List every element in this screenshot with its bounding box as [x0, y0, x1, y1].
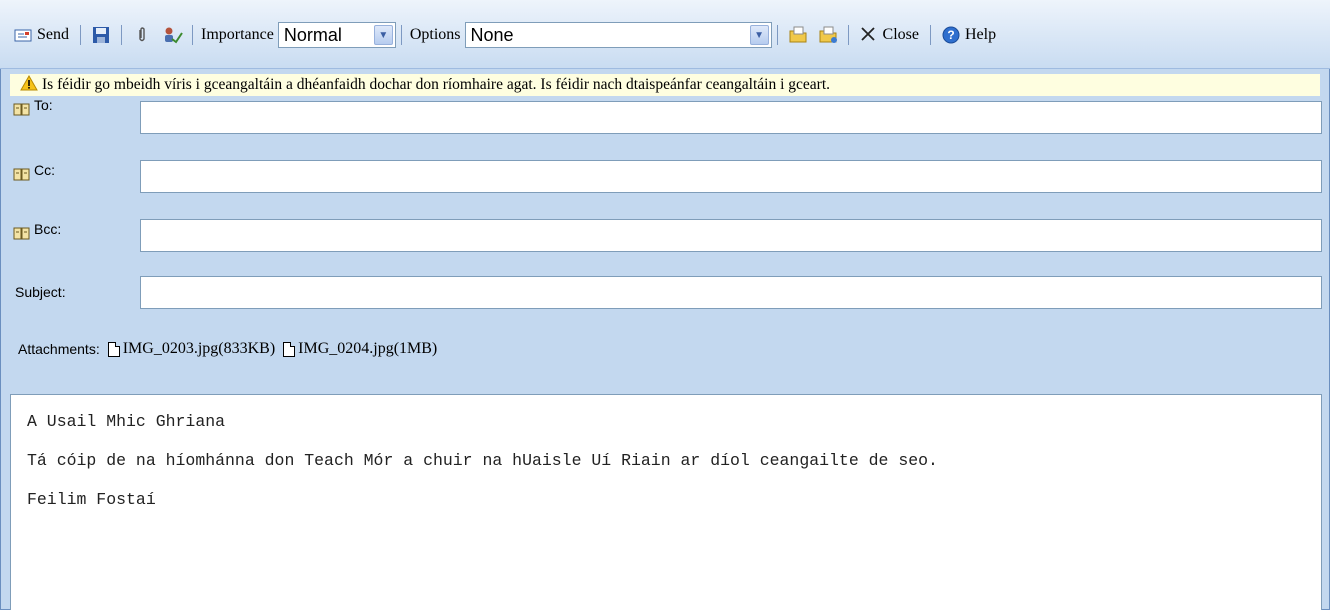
options-select[interactable]: None ▼: [464, 22, 772, 48]
options-value: None: [470, 24, 514, 45]
toolbar-separator: [847, 25, 849, 45]
toolbar-separator: [776, 25, 778, 45]
toolbar-separator: [121, 25, 122, 45]
toolbar-separator: [400, 25, 402, 45]
bcc-label: Bcc:: [34, 221, 62, 237]
to-button[interactable]: To:: [13, 97, 53, 117]
attachment-warning-bar: Is féidir go mbeidh víris i gceangaltáin…: [10, 74, 1320, 96]
attachments-row: Attachments: IMG_0203.jpg(833KB) IMG_020…: [18, 340, 437, 358]
folder-open-icon: [789, 26, 807, 44]
help-icon: ?: [942, 26, 960, 44]
save-disk-icon: [92, 26, 110, 44]
attachment-name: IMG_0204.jpg(1MB): [298, 340, 438, 357]
importance-high-button[interactable]: [783, 22, 813, 48]
warning-text: Is féidir go mbeidh víris i gceangaltáin…: [42, 76, 831, 93]
warning-icon: [20, 74, 38, 96]
paperclip-icon: [133, 26, 151, 44]
importance-value: Normal: [283, 24, 342, 45]
save-button[interactable]: [86, 22, 116, 48]
send-envelope-icon: [14, 26, 32, 44]
importance-label: Importance: [201, 26, 274, 43]
chevron-down-icon[interactable]: ▼: [749, 25, 769, 45]
send-button[interactable]: Send: [8, 22, 75, 48]
subject-label-wrap: Subject:: [15, 284, 66, 300]
options-label: Options: [409, 26, 461, 43]
message-body-editor[interactable]: A Usail Mhic Ghriana Tá cóip de na híomh…: [10, 394, 1322, 610]
address-book-icon: [13, 167, 31, 181]
cc-label: Cc:: [34, 162, 55, 178]
address-book-icon: [13, 102, 31, 116]
to-input[interactable]: [140, 101, 1322, 134]
toolbar-separator: [929, 25, 931, 45]
help-label: Help: [964, 26, 997, 43]
attach-button[interactable]: [127, 22, 157, 48]
chevron-down-icon[interactable]: ▼: [373, 25, 393, 45]
close-button[interactable]: Close: [854, 22, 925, 48]
toolbar: Send Importance Normal ▼ Options None ▼ …: [0, 0, 1330, 69]
cc-button[interactable]: Cc:: [13, 162, 55, 182]
subject-label: Subject:: [15, 284, 66, 300]
toolbar-separator: [192, 25, 193, 45]
check-names-icon: [163, 26, 183, 44]
attachment-name: IMG_0203.jpg(833KB): [122, 340, 276, 357]
bcc-input[interactable]: [140, 219, 1322, 252]
attachment-item[interactable]: IMG_0203.jpg(833KB): [107, 340, 276, 358]
toolbar-separator: [80, 25, 81, 45]
svg-text:?: ?: [947, 28, 954, 42]
to-label: To:: [34, 97, 53, 113]
document-icon: [107, 341, 120, 357]
close-icon: [860, 26, 878, 44]
importance-low-button[interactable]: [813, 22, 843, 48]
subject-input[interactable]: [140, 276, 1322, 309]
close-label: Close: [882, 26, 919, 43]
importance-select[interactable]: Normal ▼: [277, 22, 396, 48]
document-icon: [283, 341, 296, 357]
address-book-icon: [13, 226, 31, 240]
bcc-button[interactable]: Bcc:: [13, 221, 61, 241]
check-names-button[interactable]: [157, 22, 187, 48]
attachments-label: Attachments:: [18, 341, 100, 357]
body-text: Tá cóip de na híomhánna don Teach Mór a …: [27, 451, 938, 470]
body-signature: Feilim Fostaí: [27, 490, 156, 509]
send-label: Send: [37, 26, 69, 43]
help-button[interactable]: ? Help: [936, 22, 1002, 48]
body-greeting: A Usail Mhic Ghriana: [27, 412, 226, 431]
folder-add-icon: [819, 26, 837, 44]
attachment-item[interactable]: IMG_0204.jpg(1MB): [283, 340, 437, 358]
cc-input[interactable]: [140, 160, 1322, 193]
